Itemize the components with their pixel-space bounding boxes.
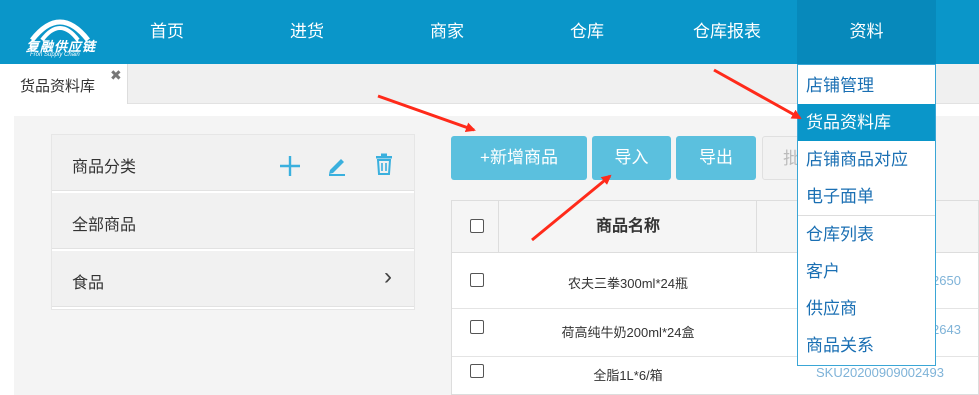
select-all-checkbox[interactable] bbox=[470, 219, 484, 233]
divider bbox=[756, 201, 757, 253]
category-item-food[interactable]: 食品 › bbox=[52, 251, 414, 307]
logo-subtitle: Fron Supply Chain bbox=[30, 52, 80, 58]
menu-item-e-waybill[interactable]: 电子面单 bbox=[798, 178, 935, 215]
divider bbox=[498, 201, 499, 253]
product-sku[interactable]: SKU20200909002493 bbox=[816, 365, 976, 380]
nav-home[interactable]: 首页 bbox=[118, 0, 216, 64]
product-sku[interactable]: 2643 bbox=[932, 322, 978, 337]
nav-merchant[interactable]: 商家 bbox=[398, 0, 496, 64]
category-header: 商品分类 bbox=[52, 135, 414, 191]
column-header-name[interactable]: 商品名称 bbox=[500, 201, 756, 253]
menu-item-customers[interactable]: 客户 bbox=[798, 253, 935, 290]
nav-warehouse-report[interactable]: 仓库报表 bbox=[678, 0, 776, 64]
menu-item-goods-library[interactable]: 货品资料库 bbox=[798, 104, 935, 141]
export-button[interactable]: 导出 bbox=[676, 136, 756, 180]
category-item-label: 食品 bbox=[72, 275, 105, 292]
row-checkbox[interactable] bbox=[470, 320, 484, 334]
menu-item-store-management[interactable]: 店铺管理 bbox=[798, 67, 935, 104]
category-title: 商品分类 bbox=[72, 159, 137, 176]
plus-icon[interactable] bbox=[278, 154, 302, 178]
top-nav-bar: 复融供应链 Fron Supply Chain 首页 进货 商家 仓库 仓库报表… bbox=[0, 0, 979, 64]
edit-icon[interactable] bbox=[326, 154, 348, 176]
trash-icon[interactable] bbox=[374, 153, 394, 175]
import-button[interactable]: 导入 bbox=[592, 136, 671, 180]
row-checkbox[interactable] bbox=[470, 364, 484, 378]
close-icon[interactable]: ✖ bbox=[110, 67, 122, 84]
menu-item-warehouse-list[interactable]: 仓库列表 bbox=[798, 216, 935, 253]
product-name: 全脂1L*6/箱 bbox=[593, 368, 663, 383]
add-product-button[interactable]: +新增商品 bbox=[451, 136, 587, 180]
chevron-right-icon: › bbox=[384, 263, 392, 290]
product-name: 荷高纯牛奶200ml*24盒 bbox=[561, 325, 695, 340]
menu-item-store-goods-mapping[interactable]: 店铺商品对应 bbox=[798, 141, 935, 178]
tab-label: 货品资料库 bbox=[20, 78, 96, 95]
menu-item-suppliers[interactable]: 供应商 bbox=[798, 290, 935, 327]
row-checkbox[interactable] bbox=[470, 273, 484, 287]
category-item-all[interactable]: 全部商品 bbox=[52, 193, 414, 249]
tab-goods-library[interactable]: 货品资料库 ✖ bbox=[0, 64, 128, 104]
logo[interactable]: 复融供应链 Fron Supply Chain bbox=[18, 8, 100, 58]
batch-button[interactable]: 批 bbox=[762, 136, 802, 180]
menu-item-product-relations[interactable]: 商品关系 bbox=[798, 327, 935, 364]
data-dropdown-menu: 店铺管理 货品资料库 店铺商品对应 电子面单 仓库列表 客户 供应商 商品关系 bbox=[797, 64, 936, 366]
nav-data[interactable]: 资料 bbox=[797, 0, 936, 64]
product-name: 农夫三拳300ml*24瓶 bbox=[568, 276, 688, 291]
product-sku[interactable]: 2650 bbox=[932, 273, 978, 288]
nav-purchase[interactable]: 进货 bbox=[258, 0, 356, 64]
category-item-label: 全部商品 bbox=[72, 217, 137, 234]
category-panel: 商品分类 全部商品 食品 › bbox=[51, 134, 415, 310]
nav-warehouse[interactable]: 仓库 bbox=[538, 0, 636, 64]
